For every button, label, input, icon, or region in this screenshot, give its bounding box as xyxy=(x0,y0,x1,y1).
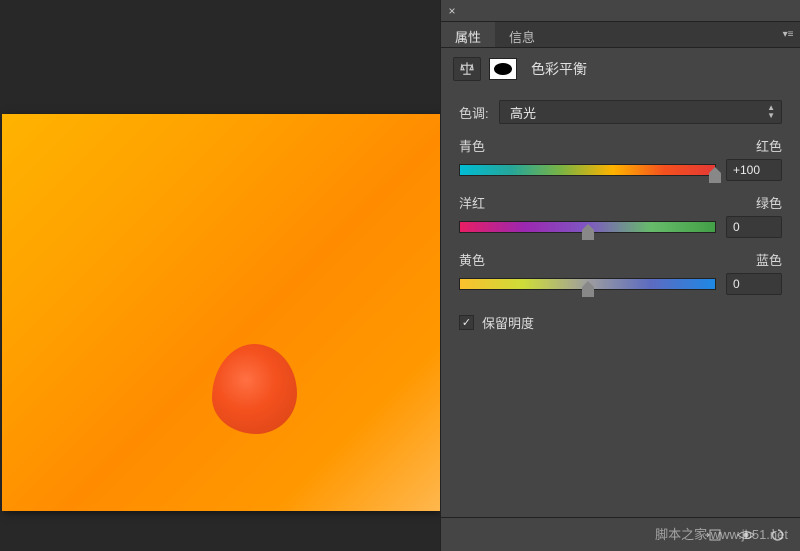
preserve-luminosity-checkbox[interactable]: ✓ xyxy=(459,315,474,330)
tone-label: 色调: xyxy=(459,103,499,122)
color-balance-icon[interactable] xyxy=(453,57,481,81)
slider-mg-left-label: 洋红 xyxy=(459,193,485,212)
slider-yb-thumb[interactable] xyxy=(582,287,594,297)
slider-cr-right-label: 红色 xyxy=(756,136,782,155)
slider-mg-track[interactable] xyxy=(459,221,716,233)
slider-mg-value[interactable]: 0 xyxy=(726,216,782,238)
tone-selected-value: 高光 xyxy=(510,103,536,122)
slider-cr-thumb[interactable] xyxy=(709,173,721,183)
red-leaf-graphic xyxy=(212,344,297,434)
clip-to-layer-icon[interactable] xyxy=(704,528,722,542)
panel-title: 色彩平衡 xyxy=(531,59,587,79)
chevron-updown-icon: ▲▼ xyxy=(767,104,775,120)
panel-menu-icon[interactable]: ▾≡ xyxy=(776,22,800,47)
tone-select[interactable]: 高光 ▲▼ xyxy=(499,100,782,124)
panel-titlebar: × xyxy=(441,0,800,22)
panel-tabbar: 属性 信息 ▾≡ xyxy=(441,22,800,48)
panel-header: 色彩平衡 xyxy=(441,48,800,90)
properties-panel: × 属性 信息 ▾≡ 色彩平衡 色调: 高光 ▲▼ 青色 红色 +100 xyxy=(440,0,800,551)
preserve-luminosity-row: ✓ 保留明度 xyxy=(441,295,800,332)
slider-magenta-green: 洋红 绿色 0 xyxy=(441,181,800,238)
slider-yb-track[interactable] xyxy=(459,278,716,290)
slider-yb-right-label: 蓝色 xyxy=(756,250,782,269)
slider-mg-right-label: 绿色 xyxy=(756,193,782,212)
slider-cr-left-label: 青色 xyxy=(459,136,485,155)
tab-info[interactable]: 信息 xyxy=(495,22,549,47)
visibility-eye-icon[interactable] xyxy=(736,528,756,542)
slider-yellow-blue: 黄色 蓝色 0 xyxy=(441,238,800,295)
document-canvas[interactable] xyxy=(2,114,440,511)
tab-properties[interactable]: 属性 xyxy=(441,22,495,47)
reset-icon[interactable] xyxy=(770,527,786,543)
panel-bottom-bar xyxy=(441,517,800,551)
slider-mg-thumb[interactable] xyxy=(582,230,594,240)
slider-cr-track[interactable] xyxy=(459,164,716,176)
slider-cr-value[interactable]: +100 xyxy=(726,159,782,181)
tone-row: 色调: 高光 ▲▼ xyxy=(441,100,800,124)
slider-yb-left-label: 黄色 xyxy=(459,250,485,269)
layer-mask-icon[interactable] xyxy=(489,58,517,80)
preserve-luminosity-label: 保留明度 xyxy=(482,313,534,332)
close-icon[interactable]: × xyxy=(441,4,463,18)
slider-yb-value[interactable]: 0 xyxy=(726,273,782,295)
slider-cyan-red: 青色 红色 +100 xyxy=(441,124,800,181)
